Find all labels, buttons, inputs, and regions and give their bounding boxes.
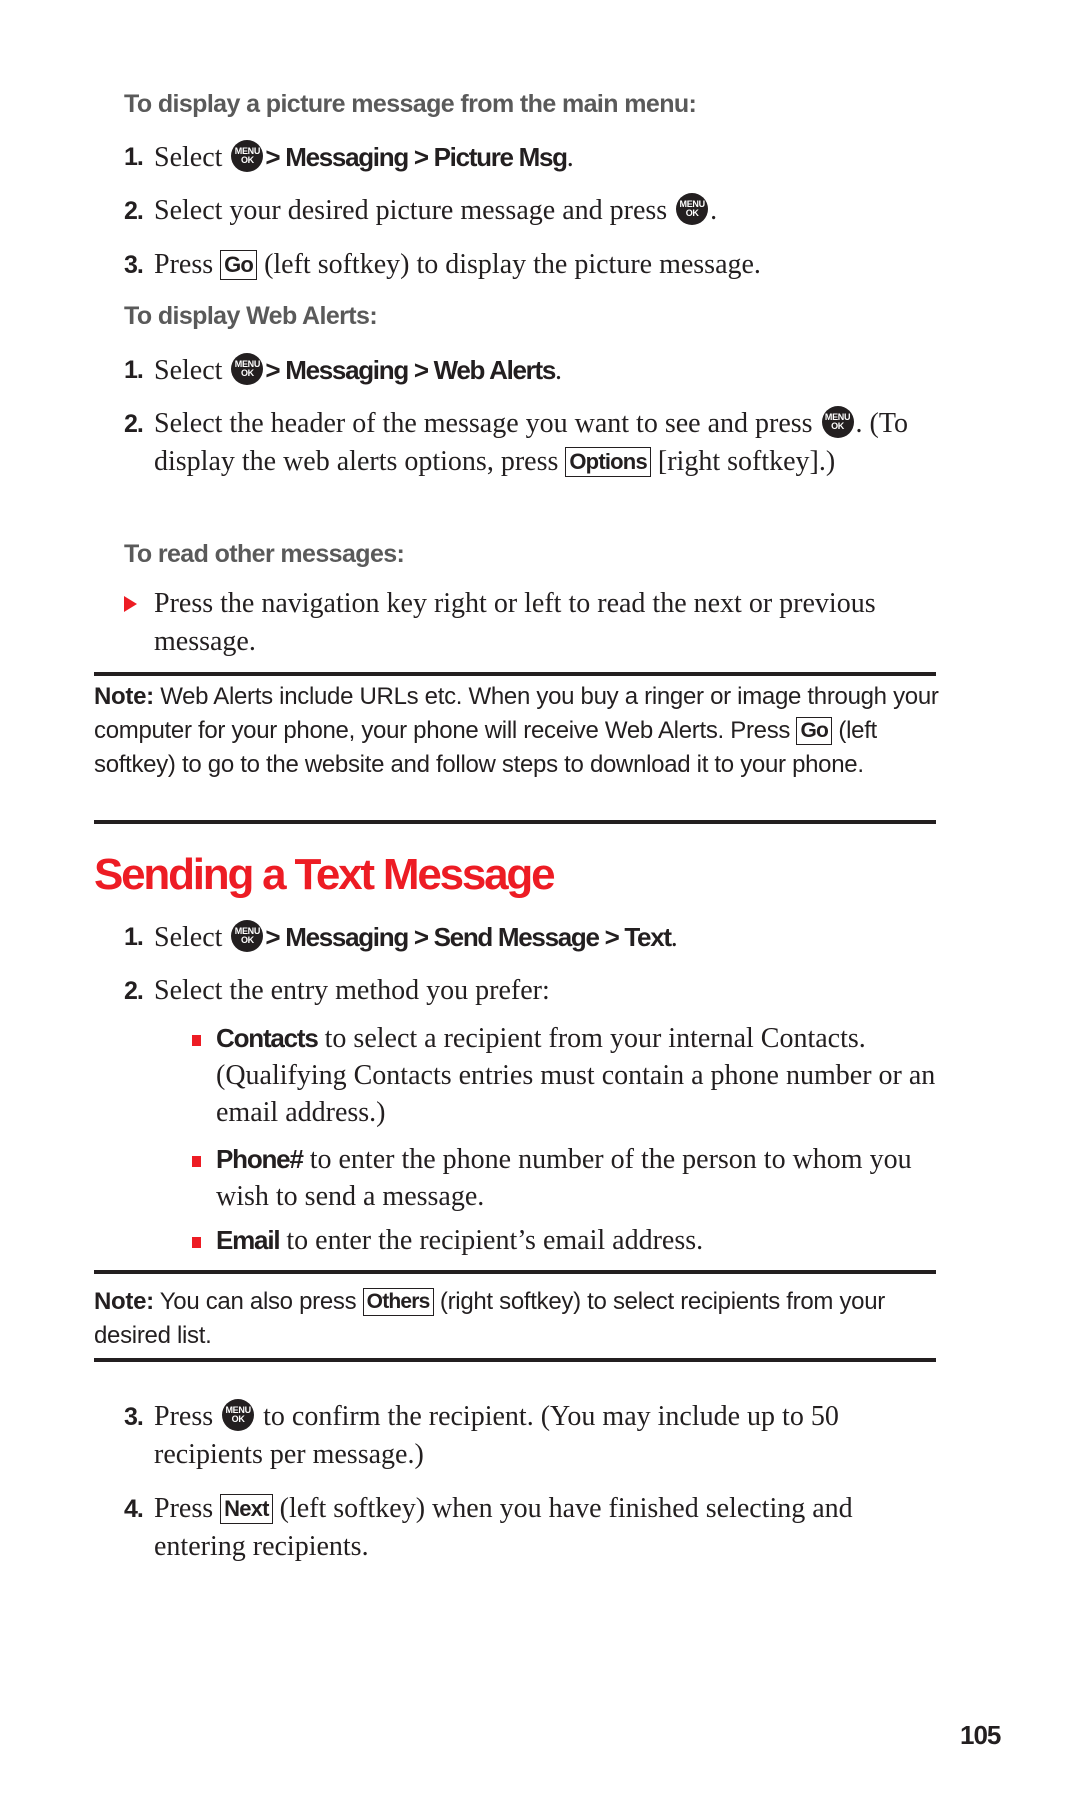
step-number: 4. [124,1495,144,1523]
step-text: Select the header of the message you wan… [154,408,813,439]
step-number: 3. [124,251,144,279]
softkey-others: Others [362,1288,434,1316]
step-number: 1. [124,356,144,384]
step-text: Press [154,1401,214,1432]
step-text: Select your desired picture message and … [154,195,668,226]
menu-ok-icon: MENU OK [222,1399,255,1431]
menu-ok-icon: MENU OK [231,353,264,385]
step-2-web-alerts: 2. Select the header of the message you … [124,405,944,481]
softkey-next: Next [220,1494,273,1524]
section-heading: Sending a Text Message [94,850,556,899]
step-number: 2. [124,977,144,1005]
page-number: 105 [960,1720,1001,1750]
menu-path: > Messaging > Send Message > Text [265,922,672,952]
softkey-go: Go [220,250,258,280]
divider [94,820,936,824]
divider [94,1358,936,1362]
note-web-alerts: Note: Web Alerts include URLs etc. When … [94,683,939,778]
menu-path: > Messaging > Web Alerts [265,355,556,385]
step-number: 3. [124,1403,144,1431]
option-phone: Phone# to enter the phone number of the … [216,1144,912,1212]
subhead-web-alerts: To display Web Alerts: [124,302,378,330]
option-email: Email to enter the recipient’s email add… [216,1225,704,1256]
option-contacts: Contacts to select a recipient from your… [216,1023,936,1128]
subhead-picture-message: To display a picture message from the ma… [124,90,697,118]
note-others: Note: You can also press Others (right s… [94,1288,885,1349]
manual-page: To display a picture message from the ma… [0,0,1080,1800]
step-1-web-alerts: 1. Select MENU OK > Messaging > Web Alerts… [124,351,944,390]
menu-ok-icon: MENU OK [231,140,264,172]
step-number: 2. [124,197,144,225]
step-1-send-text: 1. Select MENU OK > Messaging > Send Messa… [124,918,944,957]
step-4-send-text: 4. Press Next (left softkey) when you ha… [124,1490,944,1566]
step-3-picture: 3. Press Go (left softkey) to display th… [124,246,944,284]
step-text: Select [154,922,223,953]
step-text: Select [154,355,223,386]
step-text: Select [154,142,223,173]
divider [94,1270,936,1274]
square-bullet-icon [192,1156,201,1167]
step-number: 2. [124,410,144,438]
softkey-options: Options [565,447,651,477]
step-1-picture: 1. Select MENU OK > Messaging > Picture Ms… [124,138,944,177]
step-3-send-text: 3. Press MENU OK to confirm the recipient… [124,1398,944,1474]
menu-ok-icon: MENU OK [676,193,709,225]
subhead-read-other: To read other messages: [124,540,405,568]
step-number: 1. [124,143,144,171]
square-bullet-icon [192,1237,201,1248]
step-number: 1. [124,923,144,951]
step-2-send-text: 2. Select the entry method you prefer: [124,972,944,1010]
square-bullet-icon [192,1035,201,1046]
menu-ok-icon: MENU OK [821,406,854,438]
step-text: Press [154,249,214,280]
bullet-navigation: Press the navigation key right or left t… [154,588,876,657]
step-2-picture: 2. Select your desired picture message a… [124,192,944,230]
step-text: Press [154,1493,214,1524]
softkey-go: Go [796,717,833,745]
divider [94,672,936,676]
menu-path: > Messaging > Picture Msg [265,142,568,172]
menu-ok-icon: MENU OK [231,920,264,952]
